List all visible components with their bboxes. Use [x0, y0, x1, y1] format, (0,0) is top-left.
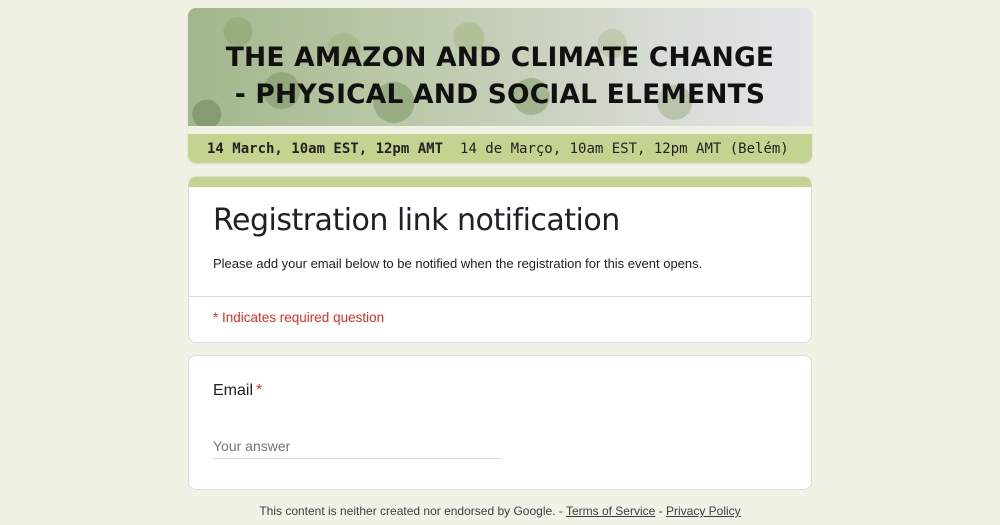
footer-separator: - — [655, 504, 666, 518]
form-title-card: Registration link notification Please ad… — [188, 176, 812, 343]
email-question-card: Email * — [188, 355, 812, 490]
email-question-label: Email * — [213, 382, 262, 400]
card-divider — [189, 296, 811, 297]
header-banner: THE AMAZON AND CLIMATE CHANGE - PHYSICAL… — [188, 8, 812, 163]
footer-separator: - — [555, 504, 566, 518]
event-title: THE AMAZON AND CLIMATE CHANGE - PHYSICAL… — [188, 39, 812, 113]
event-title-line-1: THE AMAZON AND CLIMATE CHANGE — [225, 42, 775, 73]
email-answer-input[interactable] — [213, 434, 501, 459]
terms-of-service-link[interactable]: Terms of Service — [566, 504, 655, 518]
event-title-line-2: - PHYSICAL AND SOCIAL ELEMENTS — [234, 79, 766, 110]
footer-disclaimer: This content is neither created nor endo… — [259, 504, 556, 518]
required-asterisk: * — [256, 382, 263, 399]
event-date-portuguese: 14 de Março, 10am EST, 12pm AMT (Belém) — [460, 140, 789, 157]
event-date-strip: 14 March, 10am EST, 12pm AMT 14 de Março… — [188, 134, 812, 163]
form-description: Please add your email below to be notifi… — [213, 256, 703, 271]
event-date-english: 14 March, 10am EST, 12pm AMT — [207, 140, 444, 157]
required-question-note: * Indicates required question — [213, 310, 385, 325]
email-label-text: Email — [213, 382, 254, 399]
form-accent-bar — [189, 177, 811, 187]
form-title: Registration link notification — [213, 203, 620, 238]
page-footer: This content is neither created nor endo… — [0, 504, 1000, 518]
privacy-policy-link[interactable]: Privacy Policy — [666, 504, 741, 518]
